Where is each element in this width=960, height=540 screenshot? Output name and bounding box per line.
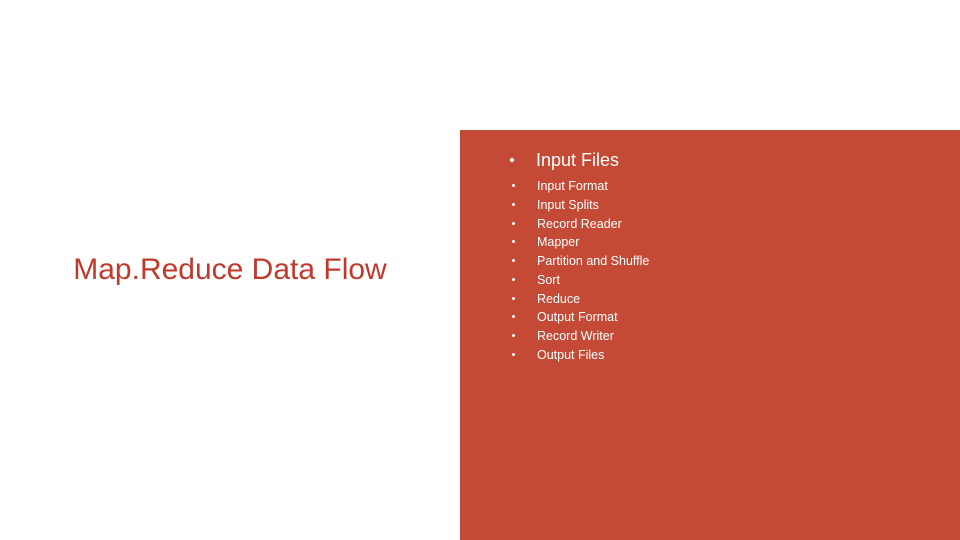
bullet-icon: [510, 158, 514, 162]
list-item: Input Format: [510, 177, 930, 196]
list-item: Sort: [510, 271, 930, 290]
bullet-icon: [512, 222, 515, 225]
bullet-icon: [512, 315, 515, 318]
bullet-icon: [512, 297, 515, 300]
bullet-icon: [512, 184, 515, 187]
list-item: Input Splits: [510, 196, 930, 215]
bullet-icon: [512, 203, 515, 206]
bullet-icon: [512, 278, 515, 281]
list-item-label: Output Format: [537, 308, 618, 327]
list-item: Output Files: [510, 346, 930, 365]
list-item-label: Mapper: [537, 233, 579, 252]
right-panel: Input Files Input Format Input Splits Re…: [460, 130, 960, 540]
list-item-label: Output Files: [537, 346, 604, 365]
main-bullet-label: Input Files: [536, 150, 619, 171]
list-item-label: Input Format: [537, 177, 608, 196]
bullet-icon: [512, 240, 515, 243]
list-item-label: Reduce: [537, 290, 580, 309]
bullet-icon: [512, 334, 515, 337]
list-item: Record Reader: [510, 215, 930, 234]
main-bullet: Input Files: [510, 150, 930, 171]
bullet-icon: [512, 353, 515, 356]
list-item-label: Input Splits: [537, 196, 599, 215]
list-item: Partition and Shuffle: [510, 252, 930, 271]
list-item: Reduce: [510, 290, 930, 309]
sub-bullet-list: Input Format Input Splits Record Reader …: [510, 177, 930, 365]
list-item: Output Format: [510, 308, 930, 327]
slide-title: Map.Reduce Data Flow: [73, 252, 386, 288]
list-item-label: Sort: [537, 271, 560, 290]
list-item: Mapper: [510, 233, 930, 252]
list-item: Record Writer: [510, 327, 930, 346]
list-item-label: Record Reader: [537, 215, 622, 234]
left-panel: Map.Reduce Data Flow: [0, 0, 460, 540]
bullet-icon: [512, 259, 515, 262]
list-item-label: Record Writer: [537, 327, 614, 346]
list-item-label: Partition and Shuffle: [537, 252, 649, 271]
